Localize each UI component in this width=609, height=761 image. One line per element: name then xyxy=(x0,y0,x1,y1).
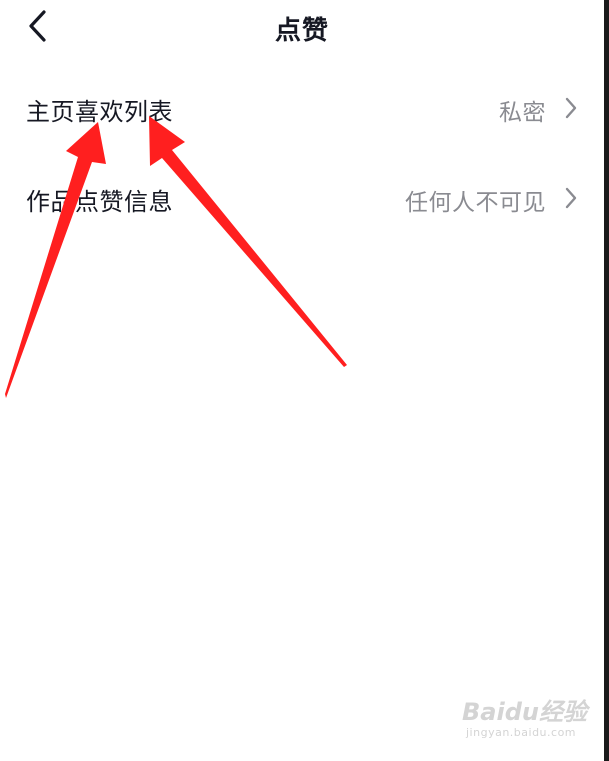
row-label: 作品点赞信息 xyxy=(26,188,173,216)
chevron-right-icon xyxy=(565,97,577,119)
navigation-header: 点赞 xyxy=(0,0,604,54)
row-label: 主页喜欢列表 xyxy=(26,98,173,126)
red-arrow-right xyxy=(149,116,347,367)
watermark-brand: Baidu经验 xyxy=(462,698,587,726)
chevron-right-icon xyxy=(565,187,577,209)
window-right-border xyxy=(604,0,609,761)
settings-row-work-likes[interactable]: 作品点赞信息 任何人不可见 xyxy=(0,168,604,228)
row-value: 私密 xyxy=(499,100,546,126)
red-arrow-left xyxy=(5,122,106,398)
baidu-jingyan-watermark: Baidu经验 jingyan.baidu.com xyxy=(462,692,587,748)
settings-row-homepage-likes[interactable]: 主页喜欢列表 私密 xyxy=(0,78,604,138)
page-title: 点赞 xyxy=(274,16,329,46)
row-value: 任何人不可见 xyxy=(405,190,546,216)
watermark-url: jingyan.baidu.com xyxy=(466,726,577,739)
